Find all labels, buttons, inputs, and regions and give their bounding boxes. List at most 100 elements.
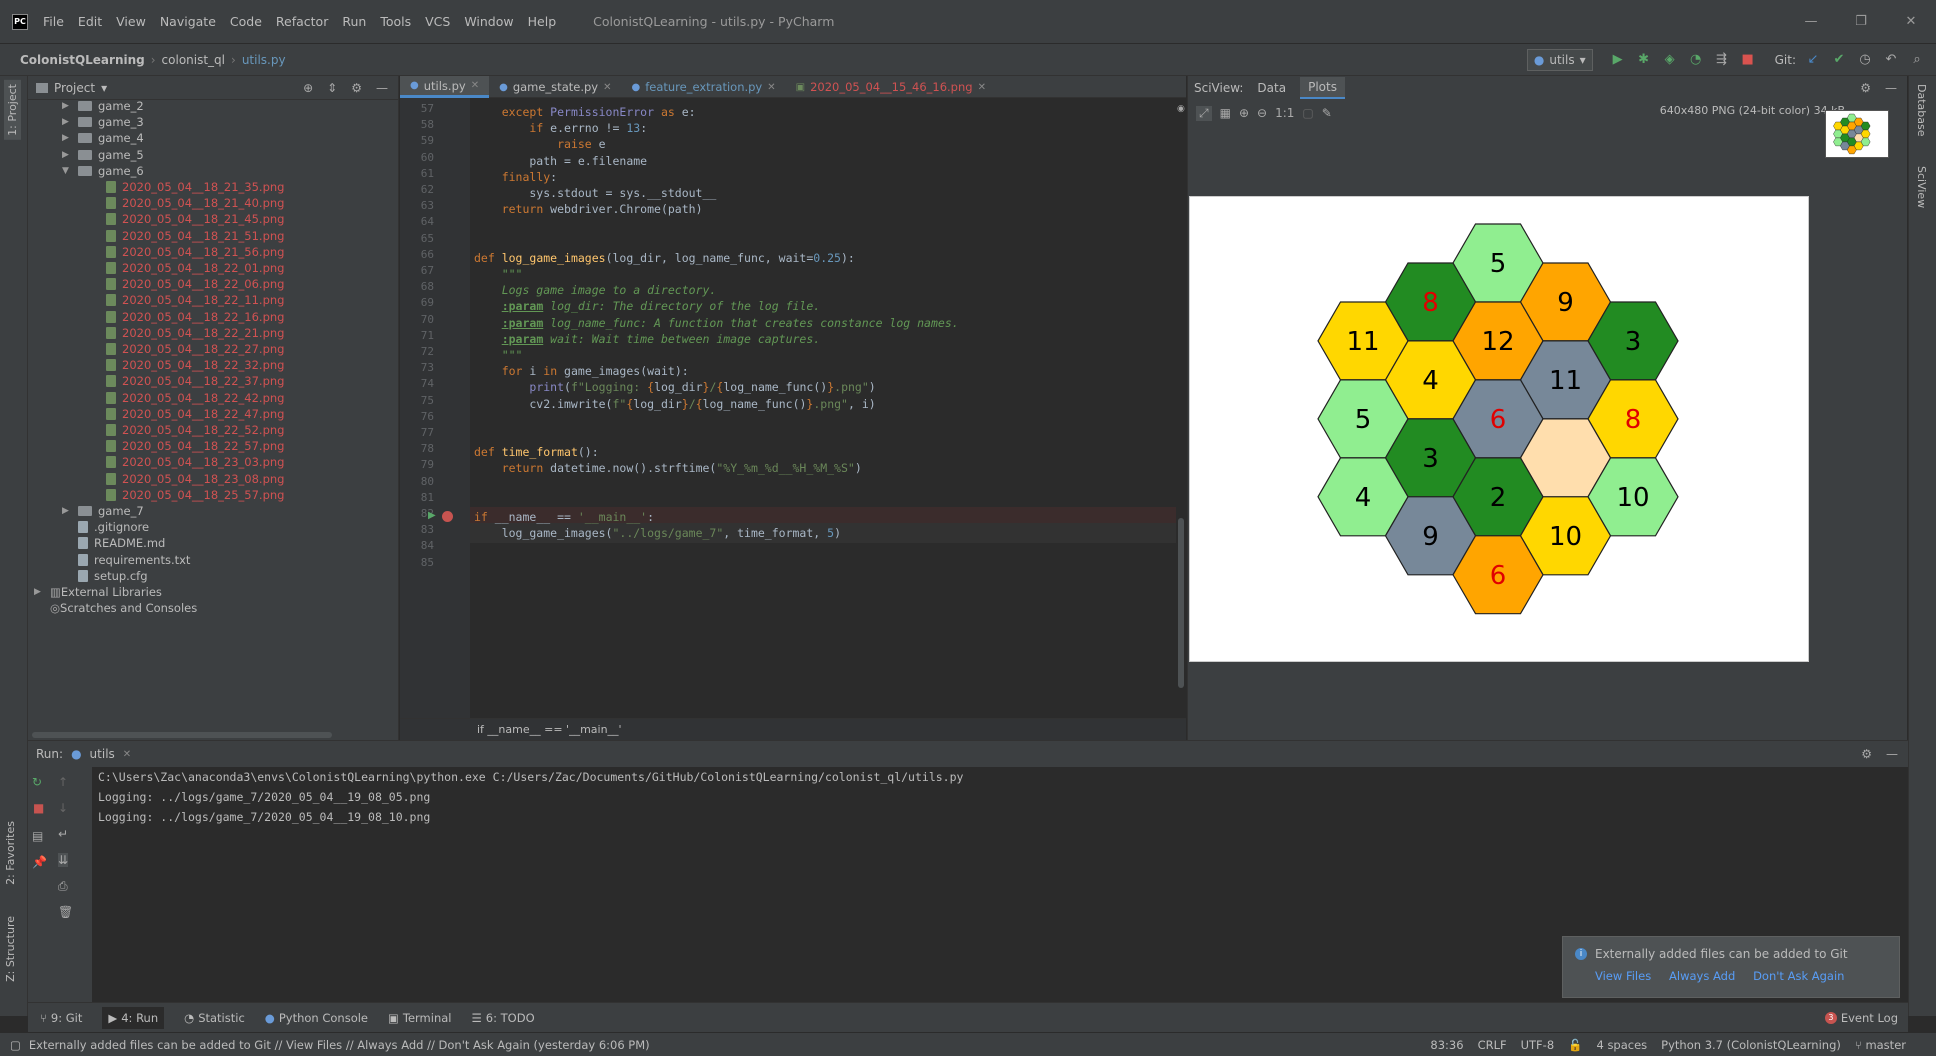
view-files-link[interactable]: View Files — [1595, 969, 1651, 983]
run-icon[interactable]: ▶ — [1609, 51, 1627, 69]
editor-tab[interactable]: ● utils.py ✕ — [400, 76, 490, 98]
menu-file[interactable]: File — [36, 0, 71, 44]
close-tab-icon[interactable]: ✕ — [471, 80, 479, 91]
interpreter[interactable]: Python 3.7 (ColonistQLearning) — [1661, 1038, 1841, 1052]
code-area[interactable]: except PermissionError as e: if e.errno … — [470, 98, 1170, 718]
menu-vcs[interactable]: VCS — [418, 0, 457, 44]
scroll-to-end-icon[interactable]: ⇊ — [58, 853, 69, 867]
breadcrumb-file[interactable]: utils.py — [242, 53, 286, 67]
git-update-icon[interactable]: ↙ — [1804, 51, 1822, 69]
chevron-down-icon[interactable]: ▾ — [101, 81, 107, 95]
caret-position[interactable]: 83:36 — [1430, 1038, 1463, 1052]
minimize-button[interactable]: — — [1786, 14, 1836, 29]
collapse-all-icon[interactable]: ⇕ — [327, 81, 337, 95]
run-tab[interactable]: utils — [90, 747, 115, 761]
tool-window-git[interactable]: ⑂ 9: Git — [40, 1011, 82, 1025]
tab-favorites[interactable]: 2: Favorites — [4, 821, 17, 885]
fit-icon[interactable]: ⤢ — [1196, 105, 1212, 121]
coverage-icon[interactable]: ◈ — [1661, 51, 1679, 69]
tab-data[interactable]: Data — [1257, 81, 1286, 95]
gear-icon[interactable]: ⚙ — [1861, 747, 1872, 761]
gear-icon[interactable]: ⚙ — [351, 81, 362, 95]
close-tab-icon[interactable]: ✕ — [767, 82, 775, 93]
menu-edit[interactable]: Edit — [71, 0, 109, 44]
tab-sciview[interactable]: SciView — [1915, 166, 1928, 208]
breadcrumb-folder[interactable]: colonist_ql — [162, 53, 225, 67]
menu-navigate[interactable]: Navigate — [153, 0, 223, 44]
pin-icon[interactable]: 📌 — [32, 855, 47, 869]
search-icon[interactable]: ⌕ — [1908, 51, 1926, 69]
breadcrumb-project[interactable]: ColonistQLearning — [20, 53, 145, 67]
lock-icon[interactable]: 🔓 — [1568, 1038, 1582, 1052]
profile-icon[interactable]: ◔ — [1687, 51, 1705, 69]
menu-help[interactable]: Help — [521, 0, 564, 44]
actual-size-button[interactable]: 1:1 — [1275, 106, 1294, 120]
event-log-button[interactable]: 3 Event Log — [1824, 1011, 1908, 1025]
menu-code[interactable]: Code — [223, 0, 269, 44]
run-gutter-icon[interactable]: ▶ — [428, 510, 436, 521]
editor-breadcrumb[interactable]: if __name__ == '__main__' — [400, 718, 1186, 740]
locate-icon[interactable]: ⊕ — [303, 81, 313, 95]
git-branch[interactable]: ⑂ master — [1855, 1038, 1906, 1052]
stop-icon[interactable]: ■ — [1739, 51, 1757, 69]
menu-window[interactable]: Window — [457, 0, 520, 44]
layout-icon[interactable]: ▤ — [32, 829, 43, 843]
editor-tab[interactable]: ● feature_extration.py ✕ — [621, 76, 785, 98]
menu-refactor[interactable]: Refactor — [269, 0, 335, 44]
horizontal-scrollbar[interactable] — [32, 732, 332, 738]
editor-tab[interactable]: ▣ 2020_05_04__15_46_16.png ✕ — [786, 76, 996, 98]
project-view-select[interactable]: Project — [54, 81, 95, 95]
tool-window-statistic[interactable]: ◔ Statistic — [184, 1011, 245, 1025]
breakpoint-icon[interactable] — [442, 511, 453, 522]
gear-icon[interactable]: ⚙ — [1860, 81, 1871, 95]
tree-item-scratch[interactable]: ◎ Scratches and Consoles — [34, 598, 197, 618]
close-button[interactable]: ✕ — [1886, 14, 1936, 29]
close-tab-icon[interactable]: ✕ — [603, 82, 611, 93]
tool-window-todo[interactable]: ☰ 6: TODO — [471, 1011, 534, 1025]
close-icon[interactable]: ✕ — [123, 749, 131, 760]
status-toggle-icon[interactable]: ▢ — [10, 1038, 21, 1052]
close-tab-icon[interactable]: ✕ — [978, 82, 986, 93]
hide-icon[interactable]: — — [376, 81, 388, 95]
hide-icon[interactable]: — — [1886, 747, 1898, 761]
status-message[interactable]: Externally added files can be added to G… — [29, 1038, 650, 1052]
down-icon[interactable]: ↓ — [58, 801, 68, 815]
restore-button[interactable]: ❐ — [1836, 14, 1886, 29]
print-icon[interactable]: ⎙ — [58, 879, 68, 894]
indent-setting[interactable]: 4 spaces — [1596, 1038, 1647, 1052]
zoom-in-icon[interactable]: ⊕ — [1239, 106, 1249, 120]
trash-icon[interactable]: 🗑 — [58, 905, 73, 919]
console-output[interactable]: C:\Users\Zac\anaconda3\envs\ColonistQLea… — [98, 767, 963, 827]
tool-window-terminal[interactable]: ▣ Terminal — [388, 1011, 451, 1025]
plot-thumbnail[interactable] — [1825, 110, 1889, 158]
scrollbar-thumb[interactable] — [1178, 518, 1184, 688]
menu-view[interactable]: View — [109, 0, 153, 44]
build-icon[interactable]: ⇶ — [1713, 51, 1731, 69]
soft-wrap-icon[interactable]: ↵ — [58, 827, 68, 841]
stop-icon[interactable]: ■ — [33, 801, 44, 815]
git-history-icon[interactable]: ◷ — [1856, 51, 1874, 69]
zoom-out-icon[interactable]: ⊖ — [1257, 106, 1267, 120]
editor-scrollbar[interactable]: ◉ — [1176, 98, 1186, 718]
tab-database[interactable]: Database — [1915, 84, 1928, 137]
git-rollback-icon[interactable]: ↶ — [1882, 51, 1900, 69]
git-commit-icon[interactable]: ✔ — [1830, 51, 1848, 69]
debug-icon[interactable]: ✱ — [1635, 51, 1653, 69]
tool-window-run[interactable]: ▶ 4: Run — [102, 1006, 165, 1029]
chevron-down-icon[interactable]: ▼ — [62, 161, 72, 181]
up-icon[interactable]: ↑ — [58, 775, 68, 789]
grid-icon[interactable]: ▦ — [1220, 106, 1231, 120]
always-add-link[interactable]: Always Add — [1669, 969, 1735, 983]
menu-tools[interactable]: Tools — [373, 0, 418, 44]
tab-plots[interactable]: Plots — [1300, 77, 1345, 99]
dont-ask-again-link[interactable]: Don't Ask Again — [1753, 969, 1844, 983]
tab-structure[interactable]: Z: Structure — [4, 916, 17, 982]
line-separator[interactable]: CRLF — [1478, 1038, 1507, 1052]
tool-window-python-console[interactable]: ● Python Console — [265, 1011, 368, 1025]
color-picker-icon[interactable]: ✎ — [1322, 106, 1332, 120]
tab-project[interactable]: 1: Project — [4, 80, 21, 140]
editor-tab[interactable]: ● game_state.py ✕ — [489, 76, 621, 98]
eye-icon[interactable]: ◉ — [1177, 104, 1185, 114]
file-encoding[interactable]: UTF-8 — [1521, 1038, 1555, 1052]
menu-run[interactable]: Run — [335, 0, 373, 44]
